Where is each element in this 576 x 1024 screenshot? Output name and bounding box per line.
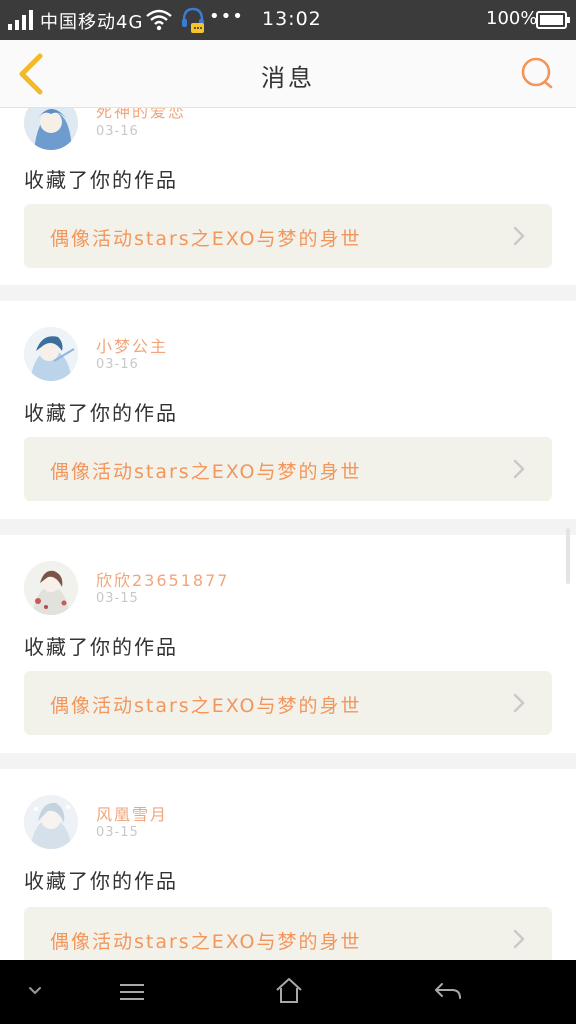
message-card: 欣欣23651877 03-15 收藏了你的作品 偶像活动stars之EXO与梦…	[0, 535, 576, 753]
message-card: 死神的爱恋 03-16 收藏了你的作品 偶像活动stars之EXO与梦的身世	[0, 108, 576, 285]
message-date: 03-15	[96, 825, 139, 840]
work-link[interactable]: 偶像活动stars之EXO与梦的身世	[24, 671, 552, 735]
battery-icon	[536, 11, 570, 29]
message-card: 小梦公主 03-16 收藏了你的作品 偶像活动stars之EXO与梦的身世	[0, 301, 576, 519]
menu-button[interactable]	[100, 960, 164, 1024]
message-text: 收藏了你的作品	[24, 401, 178, 425]
home-icon	[276, 978, 302, 1003]
avatar[interactable]	[24, 561, 78, 615]
status-bar: 中国移动4G ••• 13:02 100%	[0, 0, 576, 40]
chevron-right-icon	[513, 459, 525, 479]
clock: 13:02	[262, 8, 322, 30]
chevron-right-icon	[513, 929, 525, 949]
work-title: 偶像活动stars之EXO与梦的身世	[50, 461, 362, 483]
message-card: 风凰雪月 03-15 收藏了你的作品 偶像活动stars之EXO与梦的身世	[0, 769, 576, 960]
avatar[interactable]	[24, 795, 78, 849]
battery-percent: 100%	[486, 8, 538, 29]
chevron-right-icon	[513, 693, 525, 713]
search-icon	[521, 57, 553, 89]
avatar[interactable]	[24, 327, 78, 381]
system-nav-bar	[0, 960, 576, 1024]
message-list[interactable]: 死神的爱恋 03-16 收藏了你的作品 偶像活动stars之EXO与梦的身世 小…	[0, 108, 576, 960]
message-date: 03-15	[96, 591, 139, 606]
chat-notification-icon	[182, 7, 204, 33]
sender-name[interactable]: 死神的爱恋	[96, 108, 186, 122]
message-text: 收藏了你的作品	[24, 168, 178, 192]
carrier-label: 中国移动4G	[40, 12, 144, 33]
chevron-right-icon	[513, 226, 525, 246]
wifi-icon	[146, 9, 172, 31]
back-nav-button[interactable]	[414, 960, 480, 1024]
message-date: 03-16	[96, 124, 139, 139]
more-notifications-dots: •••	[209, 6, 244, 27]
hide-nav-button[interactable]	[10, 960, 60, 1024]
scrollbar[interactable]	[566, 528, 570, 584]
sender-name[interactable]: 欣欣23651877	[96, 567, 229, 591]
sender-name[interactable]: 小梦公主	[96, 333, 168, 357]
work-link[interactable]: 偶像活动stars之EXO与梦的身世	[24, 907, 552, 960]
home-button[interactable]	[256, 960, 322, 1024]
work-link[interactable]: 偶像活动stars之EXO与梦的身世	[24, 437, 552, 501]
work-title: 偶像活动stars之EXO与梦的身世	[50, 228, 362, 250]
back-arrow-icon	[435, 983, 461, 999]
chevron-down-icon	[29, 987, 41, 995]
message-date: 03-16	[96, 357, 139, 372]
avatar[interactable]	[24, 108, 78, 150]
page-title: 消息	[261, 64, 315, 92]
sender-name[interactable]: 风凰雪月	[96, 801, 168, 825]
search-button[interactable]	[518, 54, 556, 92]
signal-icon	[8, 10, 33, 30]
work-link[interactable]: 偶像活动stars之EXO与梦的身世	[24, 204, 552, 268]
work-title: 偶像活动stars之EXO与梦的身世	[50, 695, 362, 717]
header-bar: 消息	[0, 40, 576, 108]
message-text: 收藏了你的作品	[24, 869, 178, 893]
message-text: 收藏了你的作品	[24, 635, 178, 659]
menu-icon	[120, 984, 144, 1000]
app-screen: 中国移动4G ••• 13:02 100% 消息 死神的爱恋 03-16 收藏了…	[0, 0, 576, 1024]
work-title: 偶像活动stars之EXO与梦的身世	[50, 931, 362, 953]
